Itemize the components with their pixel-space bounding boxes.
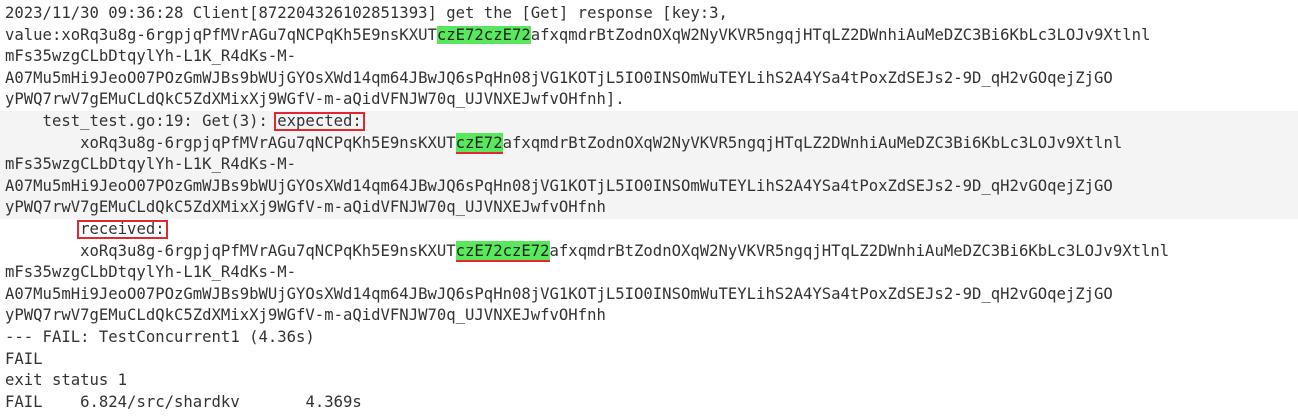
log-line-expected-cont-3: yPWQ7rwV7gEMuCLdQkC5ZdXMixXj9WGfV-m-aQid… <box>0 197 1298 219</box>
expected-label-box: expected: <box>274 111 365 131</box>
log-line-received-cont-2: A07Mu5mHi9JeoO07POzGmWJBs9bWUjGYOsXWd14q… <box>5 284 1113 303</box>
test-location-text: test_test.go:19: Get(3): <box>5 111 278 130</box>
log-line-received-cont-1: mFs35wzgCLbDtqylYh-L1K_R4dKs-M- <box>5 263 297 282</box>
received-value-prefix: xoRq3u8g-6rgpjqPfMVrAGu7qNCPqKh5E9nsKXUT <box>5 241 456 260</box>
expected-value-prefix: xoRq3u8g-6rgpjqPfMVrAGu7qNCPqKh5E9nsKXUT <box>5 133 456 152</box>
received-value-suffix: afxqmdrBtZodnOXqW2NyVKVR5ngqjHTqLZ2DWnhi… <box>549 241 1170 260</box>
log-line-expected-value: xoRq3u8g-6rgpjqPfMVrAGu7qNCPqKh5E9nsKXUT… <box>0 132 1298 155</box>
log-line-expected-cont-1: mFs35wzgCLbDtqylYh-L1K_R4dKs-M- <box>0 154 1298 176</box>
log-line-received-cont-3: yPWQ7rwV7gEMuCLdQkC5ZdXMixXj9WGfV-m-aQid… <box>5 306 606 325</box>
expected-value-highlight: czE72 <box>455 132 503 155</box>
log-line-response-value: value:xoRq3u8g-6rgpjqPfMVrAGu7qNCPqKh5E9… <box>5 25 1298 47</box>
log-line-exit-status: exit status 1 <box>5 371 128 390</box>
log-line-test-location: test_test.go:19: Get(3): expected: <box>0 110 1298 133</box>
received-value-highlight: czE72czE72 <box>455 240 550 263</box>
log-line-response-cont-1: mFs35wzgCLbDtqylYh-L1K_R4dKs-M- <box>5 47 297 66</box>
log-line-expected-cont-2: A07Mu5mHi9JeoO07POzGmWJBs9bWUjGYOsXWd14q… <box>0 175 1298 198</box>
log-line-package-fail: FAIL 6.824/src/shardkv 4.369s <box>5 392 362 411</box>
log-line-fail: FAIL <box>5 349 43 368</box>
log-line-response-cont-3: yPWQ7rwV7gEMuCLdQkC5ZdXMixXj9WGfV-m-aQid… <box>5 90 625 109</box>
response-value-suffix: afxqmdrBtZodnOXqW2NyVKVR5ngqjHTqLZ2DWnhi… <box>530 25 1151 44</box>
log-line-test-fail: --- FAIL: TestConcurrent1 (4.36s) <box>5 327 315 346</box>
log-line-received-label: received: <box>5 219 1298 241</box>
log-line-received-value: xoRq3u8g-6rgpjqPfMVrAGu7qNCPqKh5E9nsKXUT… <box>5 240 1298 263</box>
received-indent <box>5 220 80 238</box>
received-label-box: received: <box>77 219 168 239</box>
response-value-highlight: czE72czE72 <box>436 25 531 44</box>
log-line-client-response: 2023/11/30 09:36:28 Client[8722043261028… <box>5 4 728 22</box>
terminal-output: 2023/11/30 09:36:28 Client[8722043261028… <box>0 0 1298 419</box>
response-value-prefix: value:xoRq3u8g-6rgpjqPfMVrAGu7qNCPqKh5E9… <box>5 25 437 44</box>
log-line-response-cont-2: A07Mu5mHi9JeoO07POzGmWJBs9bWUjGYOsXWd14q… <box>5 68 1113 87</box>
expected-value-suffix: afxqmdrBtZodnOXqW2NyVKVR5ngqjHTqLZ2DWnhi… <box>502 133 1123 152</box>
